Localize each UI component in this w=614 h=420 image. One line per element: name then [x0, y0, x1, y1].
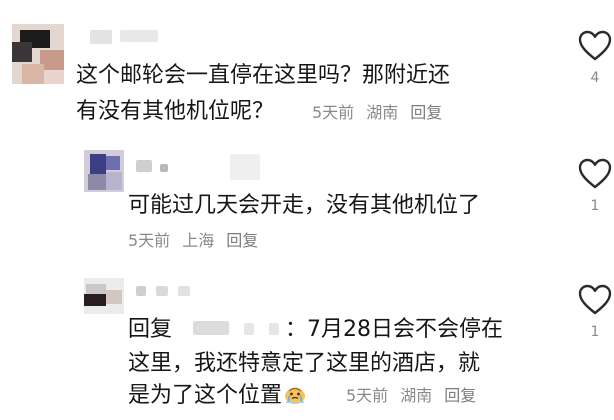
comment-time: 5天前 [128, 231, 171, 250]
like-count: 1 [590, 324, 600, 340]
comment-text-segment: 7月28日会不会停在 [307, 317, 504, 342]
comment-text-line: 回复 ：7月28日会不会停在 [128, 316, 503, 344]
heart-outline-icon[interactable] [578, 30, 612, 62]
mention-blurred[interactable] [193, 321, 230, 335]
avatar[interactable] [84, 278, 124, 314]
reply-button[interactable]: 回复 [226, 231, 258, 250]
comment-location: 湖南 [366, 103, 399, 122]
comment-text-line: 这个邮轮会一直停在这里吗？那附近还 [76, 63, 451, 88]
mention-blurred[interactable] [269, 323, 280, 335]
username-blurred[interactable] [136, 160, 152, 172]
username-blurred[interactable] [120, 30, 158, 42]
reply-colon: ： [285, 317, 308, 342]
username-blurred[interactable] [160, 164, 168, 172]
comment-text-segment: 是为了这个位置 [128, 383, 283, 408]
like-count: 4 [590, 70, 600, 86]
username-blurred[interactable] [178, 286, 190, 296]
reply-button[interactable]: 回复 [410, 103, 442, 122]
username-blurred[interactable] [90, 30, 112, 44]
reply-button[interactable]: 回复 [444, 386, 476, 405]
like-count: 1 [590, 198, 600, 214]
comment-meta: 5天前 湖南 回复 [312, 103, 442, 123]
crying-face-emoji [285, 387, 306, 404]
comment-meta: 5天前 上海 回复 [128, 231, 258, 251]
comment-text-line: 是为了这个位置 [128, 382, 311, 410]
mention-blurred[interactable] [244, 323, 255, 335]
username-blurred[interactable] [156, 286, 168, 296]
comment-location: 湖南 [400, 386, 433, 405]
username-blurred[interactable] [230, 154, 260, 180]
avatar[interactable] [12, 24, 64, 84]
comment-time: 5天前 [312, 103, 355, 122]
reply-prefix: 回复 [128, 317, 173, 342]
comment-time: 5天前 [346, 386, 389, 405]
comment-text-line: 有没有其他机位呢？ [76, 99, 275, 124]
username-blurred[interactable] [136, 286, 146, 296]
avatar[interactable] [84, 150, 124, 192]
heart-outline-icon[interactable] [578, 158, 612, 190]
comment-location: 上海 [182, 231, 215, 250]
comment-text-line: 可能过几天会开走，没有其他机位了 [128, 193, 481, 218]
heart-outline-icon[interactable] [578, 284, 612, 316]
comment-meta: 5天前 湖南 回复 [346, 386, 476, 406]
comment-text-line: 这里，我还特意定了这里的酒店，就 [128, 351, 481, 376]
